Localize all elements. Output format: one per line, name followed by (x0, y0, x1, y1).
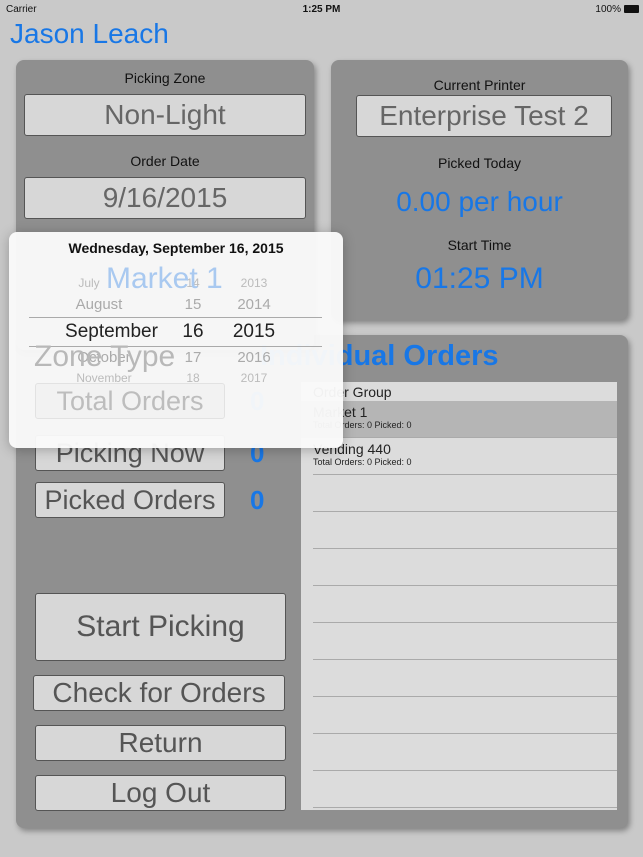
zone-type-label: Zone Type (34, 340, 176, 373)
empty-row (313, 549, 617, 586)
start-time-value: 01:25 PM (415, 262, 544, 295)
order-group-list[interactable]: Order Group Market 1 Total Orders: 0 Pic… (301, 382, 617, 810)
list-item[interactable]: Market 1 Total Orders: 0 Picked: 0 (301, 401, 617, 438)
zone-value: Market 1 (106, 262, 223, 295)
day-option[interactable]: 15 (175, 296, 211, 313)
picked-orders-count: 0 (250, 485, 265, 515)
year-option[interactable]: 2017 (229, 371, 279, 385)
printer-field[interactable]: Enterprise Test 2 (356, 95, 612, 137)
empty-row (313, 734, 617, 771)
year-option[interactable]: 2016 (229, 349, 279, 366)
item-name: Vending 440 (313, 441, 391, 457)
start-time-label: Start Time (447, 237, 512, 253)
year-wheel[interactable]: 2013 2014 2015 2016 2017 (229, 272, 279, 387)
picking-zone-label: Picking Zone (124, 70, 206, 86)
item-detail: Total Orders: 0 Picked: 0 (313, 457, 412, 467)
start-picking-button[interactable]: Start Picking (35, 593, 286, 661)
battery-icon (624, 5, 639, 13)
day-option[interactable]: 17 (175, 349, 211, 366)
picked-orders-button[interactable]: Picked Orders (35, 482, 225, 518)
list-item[interactable]: Vending 440 Total Orders: 0 Picked: 0 (313, 438, 617, 475)
empty-row (313, 623, 617, 660)
empty-row (313, 475, 617, 512)
year-option[interactable]: 2014 (229, 296, 279, 313)
item-detail: Total Orders: 0 Picked: 0 (313, 420, 412, 430)
order-date-label: Order Date (130, 153, 200, 169)
user-name: Jason Leach (10, 18, 169, 49)
order-date-field[interactable]: 9/16/2015 (24, 177, 306, 219)
picked-today-label: Picked Today (437, 155, 521, 171)
check-for-orders-button[interactable]: Check for Orders (33, 675, 285, 711)
day-selected[interactable]: 16 (175, 321, 211, 343)
list-header: Order Group (313, 384, 392, 400)
empty-row (313, 697, 617, 734)
printer-label: Current Printer (433, 77, 526, 93)
empty-row (313, 512, 617, 549)
total-orders-button[interactable]: Total Orders (35, 383, 225, 419)
picking-zone-field[interactable]: Non-Light (24, 94, 306, 136)
empty-row (313, 660, 617, 697)
item-name: Market 1 (313, 404, 368, 420)
empty-row (313, 586, 617, 623)
empty-row (313, 771, 617, 808)
status-bar: Carrier 1:25 PM 100% (0, 0, 643, 18)
year-selected[interactable]: 2015 (229, 321, 279, 343)
year-option[interactable]: 2013 (229, 276, 279, 290)
month-option[interactable]: August (49, 296, 149, 313)
picked-today-value: 0.00 per hour (396, 186, 563, 217)
date-picker-title: Wednesday, September 16, 2015 (68, 240, 284, 256)
clock: 1:25 PM (302, 4, 341, 15)
return-button[interactable]: Return (35, 725, 286, 761)
battery-level: 100% (595, 4, 621, 15)
log-out-button[interactable]: Log Out (35, 775, 286, 811)
